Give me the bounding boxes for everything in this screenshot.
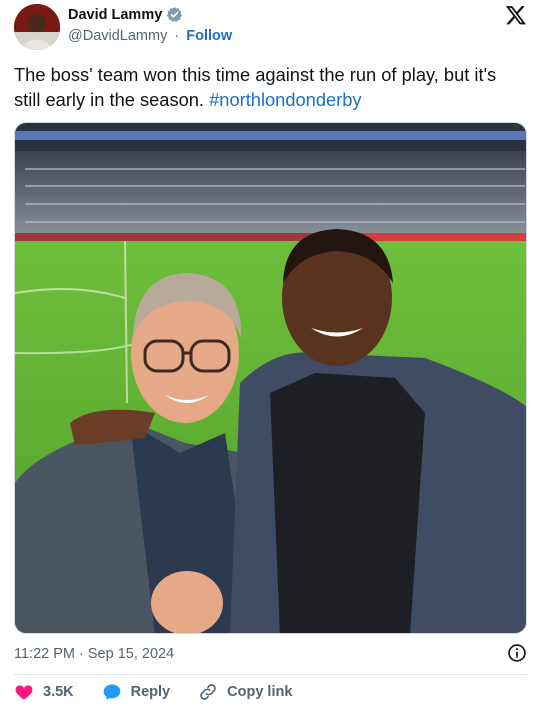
tweet-photo[interactable] xyxy=(14,122,527,634)
photo-image xyxy=(15,123,526,633)
tweet-actions: 3.5K Reply Copy link xyxy=(14,682,292,702)
like-button[interactable]: 3.5K xyxy=(14,682,74,702)
follow-button[interactable]: Follow xyxy=(186,28,232,44)
author-avatar[interactable] xyxy=(14,4,60,50)
hashtag-link[interactable]: #northlondonderby xyxy=(209,89,361,110)
verified-icon xyxy=(167,7,183,22)
reply-label: Reply xyxy=(130,684,171,700)
author-name[interactable]: David Lammy xyxy=(68,7,162,23)
separator-dot: · xyxy=(174,28,180,44)
copy-link-button[interactable]: Copy link xyxy=(198,682,292,702)
divider xyxy=(14,674,527,675)
info-icon[interactable] xyxy=(507,643,527,663)
reply-bubble-icon xyxy=(103,684,120,700)
x-logo-icon[interactable] xyxy=(505,4,527,26)
link-icon xyxy=(200,684,216,700)
reply-button[interactable]: Reply xyxy=(102,682,171,702)
avatar-image xyxy=(14,4,60,50)
author-handle[interactable]: @DavidLammy xyxy=(68,28,167,44)
tweet-header: David Lammy @DavidLammy · Follow xyxy=(0,0,541,56)
tweet-text: The boss' team won this time against the… xyxy=(14,62,524,112)
tweet-timestamp[interactable]: 11:22 PM · Sep 15, 2024 xyxy=(14,646,174,662)
copy-link-label: Copy link xyxy=(227,684,293,700)
heart-icon xyxy=(15,685,33,700)
like-count: 3.5K xyxy=(43,684,74,700)
